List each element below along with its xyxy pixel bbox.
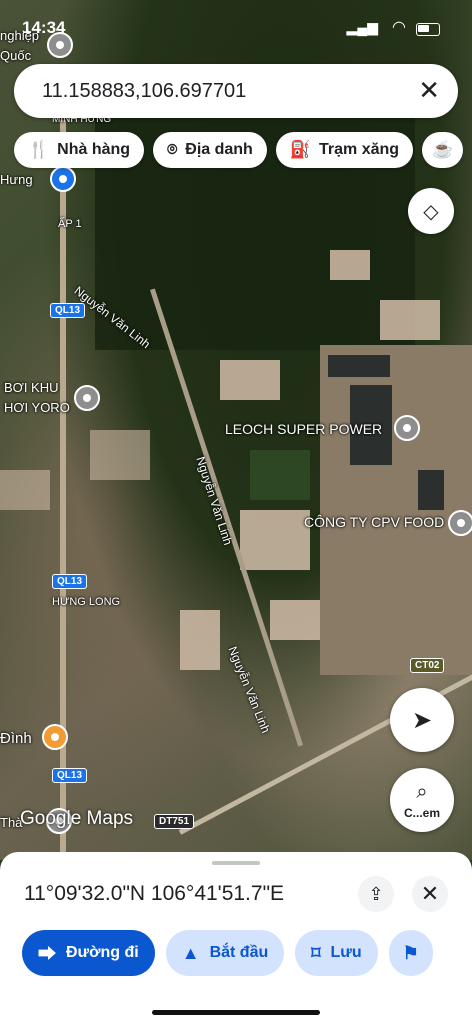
layers-button[interactable]: ◇ [408, 188, 454, 234]
camera-search-icon: ⌕ [416, 780, 428, 803]
category-chips: 🍴 Nhà hàng ⌾ Địa danh ⛽ Trạm xăng ☕ [14, 132, 464, 170]
place-pin-icon[interactable] [74, 385, 100, 411]
map-label: ẤP 1 [58, 218, 82, 230]
search-input[interactable]: 11.158883,106.697701 [42, 80, 246, 103]
field [380, 300, 440, 340]
bookmark-icon: ⌑ [311, 942, 321, 963]
road-shield: CT02 [410, 658, 445, 673]
map-label: BƠI KHU [4, 380, 59, 395]
place-label-leoch[interactable]: LEOCH SUPER POWER [225, 421, 382, 437]
chip-gas-stations[interactable]: ⛽ Trạm xăng [275, 132, 414, 168]
directions-button[interactable]: ⮕ Đường đi [22, 930, 155, 976]
pond [418, 470, 444, 510]
share-button[interactable]: ⇪ [358, 876, 394, 912]
place-pin-icon[interactable] [448, 510, 472, 536]
road-shield: QL13 [52, 768, 88, 783]
status-time: 14:34 [22, 18, 66, 37]
coffee-icon: ☕ [432, 140, 454, 159]
google-maps-attribution: Google Maps [20, 808, 134, 829]
map-label: Đình [0, 730, 32, 747]
share-icon: ⇪ [368, 883, 384, 904]
lens-button[interactable]: ⌕ C...em [390, 768, 454, 832]
close-icon: ✕ [420, 881, 440, 906]
chip-label: Địa danh [185, 141, 253, 158]
search-bar[interactable]: 11.158883,106.697701 ✕ [14, 64, 458, 118]
field [220, 360, 280, 400]
field [240, 510, 310, 570]
layers-icon: ◇ [423, 200, 439, 223]
my-location-button[interactable]: ➤ [390, 688, 454, 752]
chip-coffee[interactable]: ☕ [422, 132, 464, 168]
field [180, 610, 220, 670]
chip-label: Trạm xăng [319, 141, 400, 158]
road-ql13 [60, 120, 66, 860]
close-icon[interactable]: ✕ [418, 76, 440, 104]
restaurant-icon: 🍴 [28, 140, 50, 159]
start-button[interactable]: ▲ Bắt đầu [165, 930, 285, 976]
gas-station-icon: ⛽ [289, 140, 311, 159]
chip-landmarks[interactable]: ⌾ Địa danh [153, 132, 267, 168]
save-button[interactable]: ⌑ Lưu [295, 930, 378, 976]
field [90, 430, 150, 480]
navigation-arrow-icon: ➤ [411, 706, 433, 734]
battery-icon [416, 23, 440, 36]
pond [328, 355, 390, 377]
directions-icon: ⮕ [38, 944, 56, 964]
road-shield: DT751 [154, 814, 195, 829]
landmark-icon: ⌾ [167, 140, 178, 159]
restaurant-pin-icon[interactable] [42, 724, 68, 750]
field [250, 450, 310, 500]
map-label: HƯNG LONG [52, 596, 121, 608]
close-sheet-button[interactable]: ✕ [412, 876, 448, 912]
road-label: Nguyễn Văn Linh [225, 644, 273, 735]
place-label-cpv[interactable]: CÔNG TY CPV FOOD [304, 514, 444, 530]
road-label: Nguyễn Văn Linh [193, 454, 236, 547]
industrial-zone [320, 345, 472, 675]
road-shield: QL13 [50, 303, 86, 318]
chip-restaurants[interactable]: 🍴 Nhà hàng [14, 132, 145, 168]
directions-label: Đường đi [66, 944, 139, 961]
status-bar: 14:34 ▂▄▆ ◠ [0, 0, 472, 54]
map-label: HƠI YORO [4, 400, 70, 415]
field [270, 600, 320, 640]
place-pin-icon[interactable] [394, 415, 420, 441]
label-button[interactable]: ⚑ [388, 930, 433, 976]
navigation-icon: ▲ [181, 942, 200, 963]
start-label: Bắt đầu [209, 944, 269, 961]
field [0, 470, 50, 510]
flag-icon: ⚑ [402, 942, 419, 963]
save-label: Lưu [330, 944, 362, 961]
road-shield: QL13 [52, 574, 88, 589]
bottom-sheet[interactable]: 11°09'32.0"N 106°41'51.7"E ⇪ ✕ ⮕ Đường đ… [0, 852, 472, 1024]
map-label: Hưng [0, 172, 33, 187]
chip-label: Nhà hàng [57, 141, 131, 158]
home-indicator [152, 1010, 320, 1015]
action-row: ⮕ Đường đi ▲ Bắt đầu ⌑ Lưu ⚑ [22, 930, 433, 976]
wifi-icon: ◠ [392, 19, 406, 36]
field [330, 250, 370, 280]
lens-label: C...em [403, 805, 440, 820]
coordinates-title: 11°09'32.0"N 106°41'51.7"E [24, 882, 285, 905]
sheet-drag-handle[interactable] [212, 861, 260, 865]
signal-icon: ▂▄▆ [346, 19, 378, 35]
